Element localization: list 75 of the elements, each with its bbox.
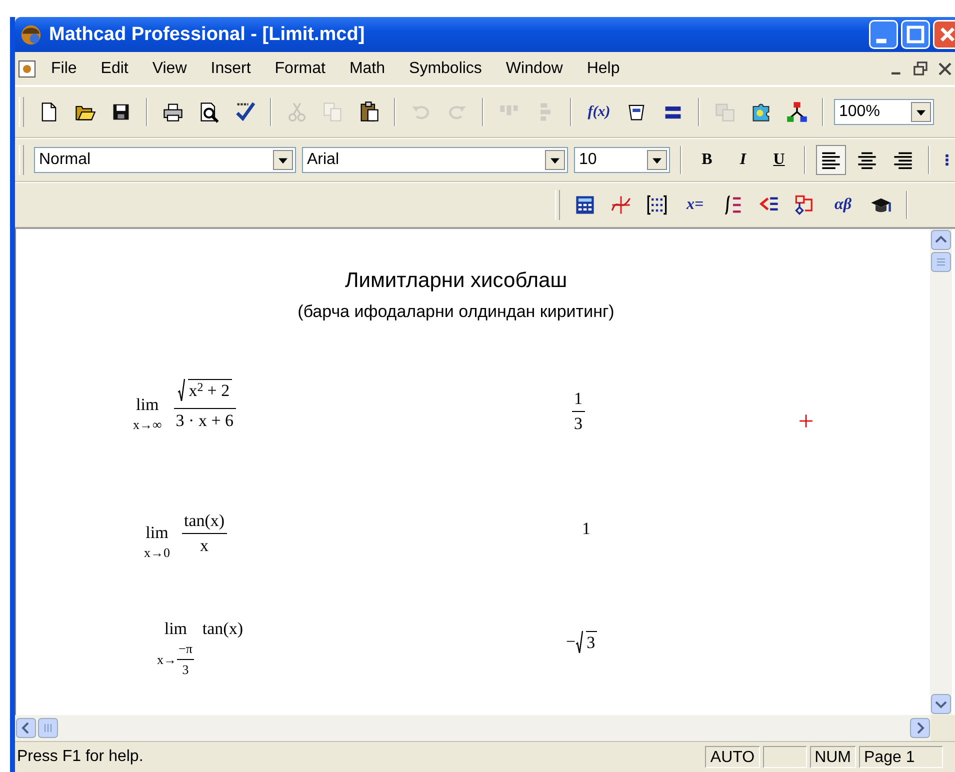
matrix-icon[interactable]	[646, 194, 668, 216]
clipboard-icon[interactable]	[358, 101, 380, 123]
minimize-icon[interactable]	[869, 20, 898, 49]
close-icon[interactable]	[933, 20, 955, 49]
vertical-scrollbar[interactable]	[930, 229, 952, 715]
bold-button[interactable]: B	[692, 145, 722, 175]
document-icon	[17, 58, 37, 78]
status-panel: NUM	[810, 746, 856, 768]
menu-item[interactable]: Help	[574, 58, 632, 80]
menu-item[interactable]: Window	[494, 58, 575, 80]
underline-button[interactable]: U	[764, 145, 794, 175]
menu-item[interactable]: Format	[262, 58, 338, 80]
math-palette-button[interactable]: x=	[678, 190, 712, 220]
dropdown-arrow-icon[interactable]	[911, 102, 931, 122]
font-dropdown[interactable]: Arial	[302, 147, 568, 173]
menu-item[interactable]: Symbolics	[397, 58, 494, 80]
status-panel: AUTO	[705, 746, 760, 768]
puzzle-icon[interactable]	[750, 101, 772, 123]
limit-subscript: −π	[178, 641, 192, 656]
math-expression: x	[200, 536, 209, 554]
scroll-right-icon[interactable]	[910, 718, 930, 738]
spell-check-icon[interactable]	[234, 101, 256, 123]
menu-item[interactable]: View	[140, 58, 199, 80]
scroll-thumb-icon[interactable]	[38, 718, 58, 738]
calculator-icon[interactable]	[574, 194, 596, 216]
limit-subscript: x→∞	[133, 417, 162, 432]
worksheet-title: Лимитларни хисоблаш	[344, 269, 568, 293]
print-icon[interactable]	[162, 101, 184, 123]
scroll-down-icon[interactable]	[931, 694, 951, 714]
menu-item[interactable]: Insert	[198, 58, 263, 80]
worksheet-subtitle: (барча ифодаларни олдиндан киритинг)	[296, 302, 616, 322]
math-expression: + 2	[207, 381, 230, 401]
result-value: 3	[586, 633, 596, 653]
math-expression: 3 · x + 6	[176, 411, 234, 430]
limit-operator: lim	[164, 619, 188, 639]
math-expression: tan(x)	[202, 619, 243, 638]
graph-icon[interactable]	[610, 194, 632, 216]
dropdown-arrow-icon[interactable]	[647, 150, 667, 170]
window-title: Mathcad Professional - [Limit.mcd]	[49, 24, 365, 46]
status-message: Press F1 for help.	[16, 748, 144, 766]
scroll-up-icon[interactable]	[931, 230, 951, 250]
maximize-icon[interactable]	[901, 20, 930, 49]
dropdown-arrow-icon[interactable]	[273, 150, 293, 170]
radical-sign	[576, 631, 586, 653]
scroll-thumb-icon[interactable]	[931, 252, 951, 272]
result-value: −	[566, 632, 576, 652]
limit-operator: lim	[146, 523, 168, 543]
menu-item[interactable]: Edit	[88, 58, 140, 80]
limit-subscript: 3	[182, 662, 189, 677]
app-logo-icon	[19, 22, 43, 46]
menu-item[interactable]: File	[43, 58, 89, 80]
math-expression: tan(x)	[184, 510, 225, 530]
limit-subscript: x→	[157, 652, 176, 668]
limit-operator: lim	[136, 395, 159, 415]
exponent: 2	[197, 381, 204, 393]
status-panel: Page 1	[859, 746, 943, 768]
function-button[interactable]: f(x)	[582, 97, 616, 127]
math-expression: x	[188, 381, 198, 401]
scroll-left-icon[interactable]	[16, 718, 36, 738]
style-dropdown[interactable]: Normal	[34, 147, 296, 173]
limit-subscript: x→0	[144, 545, 170, 560]
result-value: 1	[574, 389, 582, 408]
horizontal-scrollbar[interactable]	[15, 715, 931, 741]
zoom-dropdown[interactable]: 100%	[834, 99, 934, 125]
radical-sign	[178, 379, 188, 401]
dropdown-arrow-icon[interactable]	[545, 150, 565, 170]
math-palette-button[interactable]: αβ	[826, 190, 860, 220]
menu-item[interactable]: Math	[337, 58, 398, 80]
italic-button[interactable]: I	[728, 145, 758, 175]
status-panel	[762, 746, 807, 768]
result-value: 3	[574, 414, 582, 433]
result-value: 1	[582, 519, 590, 539]
tree-icon[interactable]	[786, 101, 808, 123]
print-preview-icon[interactable]	[198, 101, 220, 123]
font-size-dropdown[interactable]: 10	[574, 147, 670, 173]
